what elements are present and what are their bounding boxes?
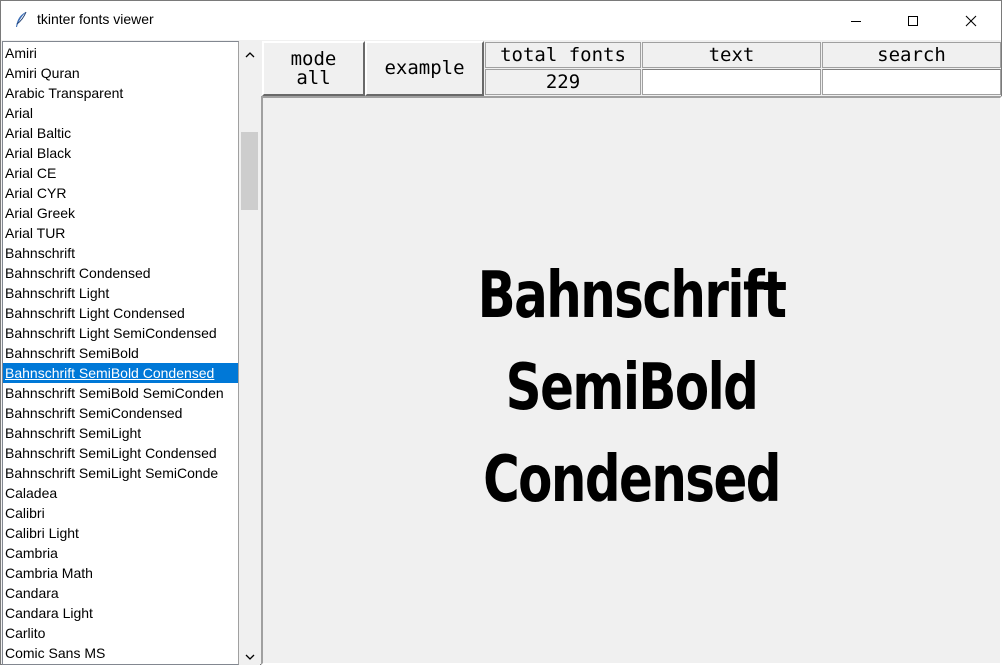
list-item[interactable]: Candara Light: [3, 603, 238, 623]
example-button-label: example: [384, 57, 465, 79]
list-item-selected[interactable]: Bahnschrift SemiBold Condensed: [3, 363, 238, 383]
total-fonts-label: total fonts: [485, 42, 641, 68]
maximize-button[interactable]: [884, 1, 942, 40]
font-preview-text: Bahnschrift SemiBold Condensed: [344, 250, 919, 526]
list-item[interactable]: Arial Baltic: [3, 123, 238, 143]
list-item[interactable]: Bahnschrift SemiLight SemiConde: [3, 463, 238, 483]
search-label: search: [822, 42, 1001, 68]
feather-icon: [13, 11, 29, 29]
fonts-scrollbar[interactable]: [239, 41, 260, 665]
mode-button-line1: mode: [290, 47, 337, 70]
mode-button[interactable]: mode all: [262, 41, 365, 96]
total-fonts-count: 229: [485, 69, 641, 95]
list-item[interactable]: Bahnschrift SemiBold: [3, 343, 238, 363]
list-item[interactable]: Amiri: [3, 43, 238, 63]
close-button[interactable]: [942, 1, 1000, 40]
list-item[interactable]: Bahnschrift Light SemiCondensed: [3, 323, 238, 343]
list-item[interactable]: Arial CE: [3, 163, 238, 183]
list-item[interactable]: Bahnschrift SemiLight Condensed: [3, 443, 238, 463]
example-button[interactable]: example: [365, 41, 484, 96]
text-input[interactable]: [642, 69, 821, 95]
list-item[interactable]: Arial: [3, 103, 238, 123]
window-title: tkinter fonts viewer: [37, 11, 154, 27]
list-item[interactable]: Arial TUR: [3, 223, 238, 243]
scroll-down-button[interactable]: [239, 645, 260, 663]
font-preview-panel: Bahnschrift SemiBold Condensed: [261, 96, 1002, 665]
mode-button-line2: all: [296, 66, 331, 89]
close-icon: [965, 15, 977, 27]
preview-line-2: Condensed: [483, 443, 781, 517]
list-item[interactable]: Arabic Transparent: [3, 83, 238, 103]
search-input[interactable]: [822, 69, 1001, 95]
list-item[interactable]: Bahnschrift: [3, 243, 238, 263]
list-item[interactable]: Bahnschrift SemiCondensed: [3, 403, 238, 423]
title-bar[interactable]: tkinter fonts viewer: [1, 1, 1001, 40]
list-item[interactable]: Cambria Math: [3, 563, 238, 583]
maximize-icon: [907, 15, 919, 27]
list-item[interactable]: Bahnschrift Condensed: [3, 263, 238, 283]
fonts-listbox[interactable]: Amiri Amiri Quran Arabic Transparent Arial A…: [2, 41, 239, 665]
preview-line-1: Bahnschrift SemiBold: [477, 259, 787, 425]
chevron-down-icon: [245, 645, 255, 664]
minimize-button[interactable]: [827, 1, 885, 40]
fonts-list: Amiri Amiri Quran Arabic Transparent Arial A…: [3, 43, 238, 663]
list-item[interactable]: Arial CYR: [3, 183, 238, 203]
list-item[interactable]: Cambria: [3, 543, 238, 563]
list-item[interactable]: Carlito: [3, 623, 238, 643]
scroll-up-button[interactable]: [239, 43, 260, 61]
list-item[interactable]: Calibri Light: [3, 523, 238, 543]
app-window: tkinter fonts viewer Amiri Amiri Quran Ara…: [0, 0, 1002, 665]
list-item[interactable]: Calibri: [3, 503, 238, 523]
scroll-thumb[interactable]: [241, 132, 258, 210]
list-item[interactable]: Amiri Quran: [3, 63, 238, 83]
list-item[interactable]: Arial Black: [3, 143, 238, 163]
list-item[interactable]: Caladea: [3, 483, 238, 503]
list-item[interactable]: Bahnschrift Light: [3, 283, 238, 303]
minimize-icon: [850, 15, 862, 27]
text-label: text: [642, 42, 821, 68]
chevron-up-icon: [245, 43, 255, 62]
list-item[interactable]: Bahnschrift SemiBold SemiConden: [3, 383, 238, 403]
list-item[interactable]: Candara: [3, 583, 238, 603]
list-item[interactable]: Comic Sans MS: [3, 643, 238, 663]
list-item[interactable]: Bahnschrift Light Condensed: [3, 303, 238, 323]
list-item[interactable]: Bahnschrift SemiLight: [3, 423, 238, 443]
list-item[interactable]: Arial Greek: [3, 203, 238, 223]
